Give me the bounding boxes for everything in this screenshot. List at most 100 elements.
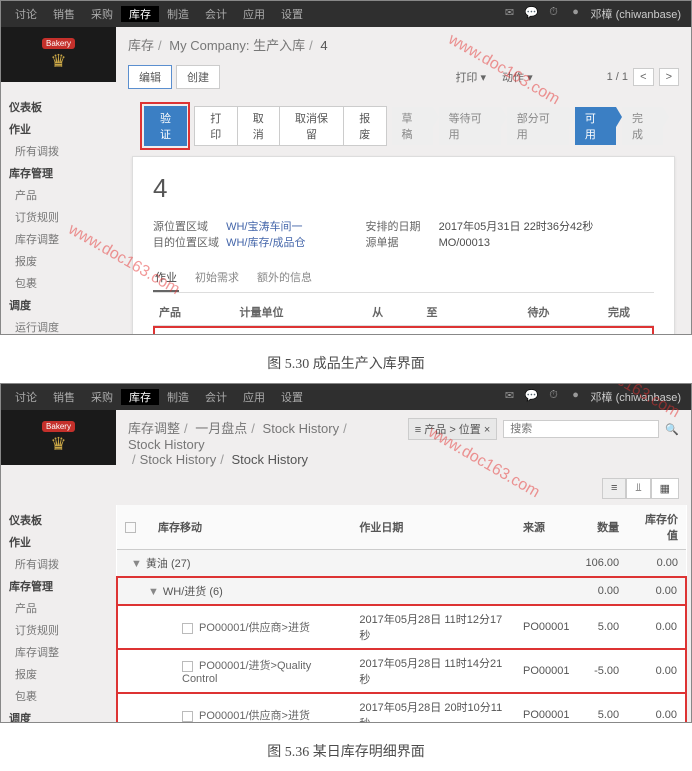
th-done: 完成	[555, 299, 636, 326]
nav-mrp[interactable]: 制造	[159, 6, 197, 22]
create-button[interactable]: 创建	[176, 65, 220, 89]
dst-label: 目的位置区域	[153, 234, 223, 250]
sidebar-item[interactable]: 订货规则	[1, 206, 116, 228]
nav-inventory[interactable]: 库存	[121, 389, 159, 405]
nav-settings[interactable]: 设置	[273, 389, 311, 405]
sidebar-category[interactable]: 作业	[1, 531, 116, 553]
group-row[interactable]: ▼黄油 (27)106.000.00	[117, 550, 686, 578]
nav-settings[interactable]: 设置	[273, 6, 311, 22]
crumb-2[interactable]: Stock History	[263, 421, 340, 436]
pager-prev[interactable]: <	[633, 68, 653, 86]
list-view-button[interactable]: ≡	[602, 478, 626, 499]
crumb-parent[interactable]: My Company: 生产入库	[169, 38, 305, 53]
validate-button[interactable]: 验证	[144, 106, 187, 146]
nav-purchase[interactable]: 采购	[83, 389, 121, 405]
table-row[interactable]: PO00001/供应商>进货2017年05月28日 11时12分17秒PO000…	[117, 605, 686, 649]
sidebar-item[interactable]: 库存调整	[1, 641, 116, 663]
sidebar-category[interactable]: 调度	[1, 707, 116, 723]
sidebar-category[interactable]: 仪表板	[1, 509, 116, 531]
sidebar-item[interactable]: 产品	[1, 184, 116, 206]
nav-sales[interactable]: 销售	[45, 389, 83, 405]
action-dropdown[interactable]: 动作 ▾	[496, 69, 539, 85]
crumb-3[interactable]: Stock History	[128, 437, 205, 452]
sidebar-item[interactable]: 报废	[1, 663, 116, 685]
dst-value[interactable]: WH/库存/成品仓	[226, 234, 305, 250]
cancel-reserve-button[interactable]: 取消保留	[279, 106, 344, 146]
activity-icon[interactable]: ⏱	[546, 389, 562, 405]
table-row[interactable]: PO00001/供应商>进货2017年05月28日 20时10分11秒PO000…	[117, 693, 686, 723]
nav-apps[interactable]: 应用	[235, 6, 273, 22]
nav-discuss[interactable]: 讨论	[7, 389, 45, 405]
graph-view-button[interactable]: ⫫	[626, 478, 650, 499]
activity-icon[interactable]: ⏱	[546, 6, 562, 22]
search-input[interactable]	[503, 420, 659, 438]
sidebar-item[interactable]: 订货规则	[1, 619, 116, 641]
src-label: 源位置区域	[153, 218, 223, 234]
nav-inventory[interactable]: 库存	[121, 6, 159, 22]
sidebar-item[interactable]: 报废	[1, 250, 116, 272]
top-nav: 讨论 销售 采购 库存 制造 会计 应用 设置 ✉ 💬 ⏱ ● 邓樟 (chiw…	[1, 384, 691, 410]
avatar-icon[interactable]: ●	[568, 389, 584, 405]
crumb-4[interactable]: Stock History	[140, 452, 217, 467]
scrap-button[interactable]: 报废	[343, 106, 387, 146]
select-all-checkbox[interactable]	[125, 522, 136, 533]
search-icon[interactable]: 🔍	[665, 423, 679, 436]
table-row[interactable]: PO00001/进货>Quality Control2017年05月28日 11…	[117, 649, 686, 693]
print-dropdown[interactable]: 打印 ▾	[449, 69, 492, 85]
nav-discuss[interactable]: 讨论	[7, 6, 45, 22]
search-chip[interactable]: ≡ 产品 > 位置 ×	[408, 418, 498, 440]
cancel-button[interactable]: 取消	[237, 106, 281, 146]
pivot-view-button[interactable]: ▦	[651, 478, 679, 499]
row-checkbox[interactable]	[182, 623, 193, 634]
nav-mrp[interactable]: 制造	[159, 389, 197, 405]
sidebar-category[interactable]: 仪表板	[1, 96, 116, 118]
row-checkbox[interactable]	[182, 661, 193, 672]
nav-sales[interactable]: 销售	[45, 6, 83, 22]
crumb-1[interactable]: 一月盘点	[195, 421, 247, 436]
th-from: 从	[366, 299, 420, 326]
sidebar-item[interactable]: 产品	[1, 597, 116, 619]
status-draft: 草稿	[392, 107, 433, 145]
nav-apps[interactable]: 应用	[235, 389, 273, 405]
sidebar-category[interactable]: 库存管理	[1, 162, 116, 184]
src-value[interactable]: WH/宝涛车间一	[226, 218, 302, 234]
user-menu[interactable]: 邓樟 (chiwanbase)	[587, 389, 685, 405]
sidebar-item[interactable]: 所有调拨	[1, 140, 116, 162]
sidebar-item[interactable]: 包裹	[1, 272, 116, 294]
th-val[interactable]: 库存价值	[627, 505, 686, 550]
group-row[interactable]: ▼WH/进货 (6)0.000.00	[117, 577, 686, 605]
sidebar-item[interactable]: 库存调整	[1, 228, 116, 250]
sidebar-category[interactable]: 库存管理	[1, 575, 116, 597]
chat-icon[interactable]: 💬	[524, 6, 540, 22]
row-checkbox[interactable]	[182, 711, 193, 722]
crumb-0[interactable]: 库存调整	[128, 421, 180, 436]
nav-purchase[interactable]: 采购	[83, 6, 121, 22]
th-date[interactable]: 作业日期	[351, 505, 515, 550]
table-row[interactable]: [成品]蒸糕 捆 宝涛车间一 成品仓 1.000 0.000 ✎	[156, 329, 651, 335]
th-qty[interactable]: 数量	[577, 505, 627, 550]
sidebar-category[interactable]: 作业	[1, 118, 116, 140]
mail-icon[interactable]: ✉	[502, 6, 518, 22]
sidebar-item[interactable]: 包裹	[1, 685, 116, 707]
avatar-icon[interactable]: ●	[568, 6, 584, 22]
th-move[interactable]: 库存移动	[150, 505, 351, 550]
nav-account[interactable]: 会计	[197, 6, 235, 22]
edit-button[interactable]: 编辑	[128, 65, 172, 89]
tab-operations[interactable]: 作业	[153, 264, 179, 292]
sidebar-item[interactable]: 所有调拨	[1, 553, 116, 575]
tab-initial[interactable]: 初始需求	[193, 264, 241, 292]
operations-table: 产品 计量单位 从 至 待办 完成	[153, 299, 654, 326]
pager-next[interactable]: >	[659, 68, 679, 86]
tab-extra[interactable]: 额外的信息	[255, 264, 314, 292]
nav-account[interactable]: 会计	[197, 389, 235, 405]
mail-icon[interactable]: ✉	[502, 389, 518, 405]
chat-icon[interactable]: 💬	[524, 389, 540, 405]
th-src[interactable]: 来源	[515, 505, 577, 550]
print-button[interactable]: 打印	[194, 106, 238, 146]
sidebar-item[interactable]: 运行调度	[1, 316, 116, 335]
crumb-root[interactable]: 库存	[128, 38, 154, 53]
pager: 1 / 1 < >	[607, 71, 679, 83]
user-menu[interactable]: 邓樟 (chiwanbase)	[587, 6, 685, 22]
sidebar-category[interactable]: 调度	[1, 294, 116, 316]
edit-icon[interactable]: ✎	[630, 329, 651, 335]
